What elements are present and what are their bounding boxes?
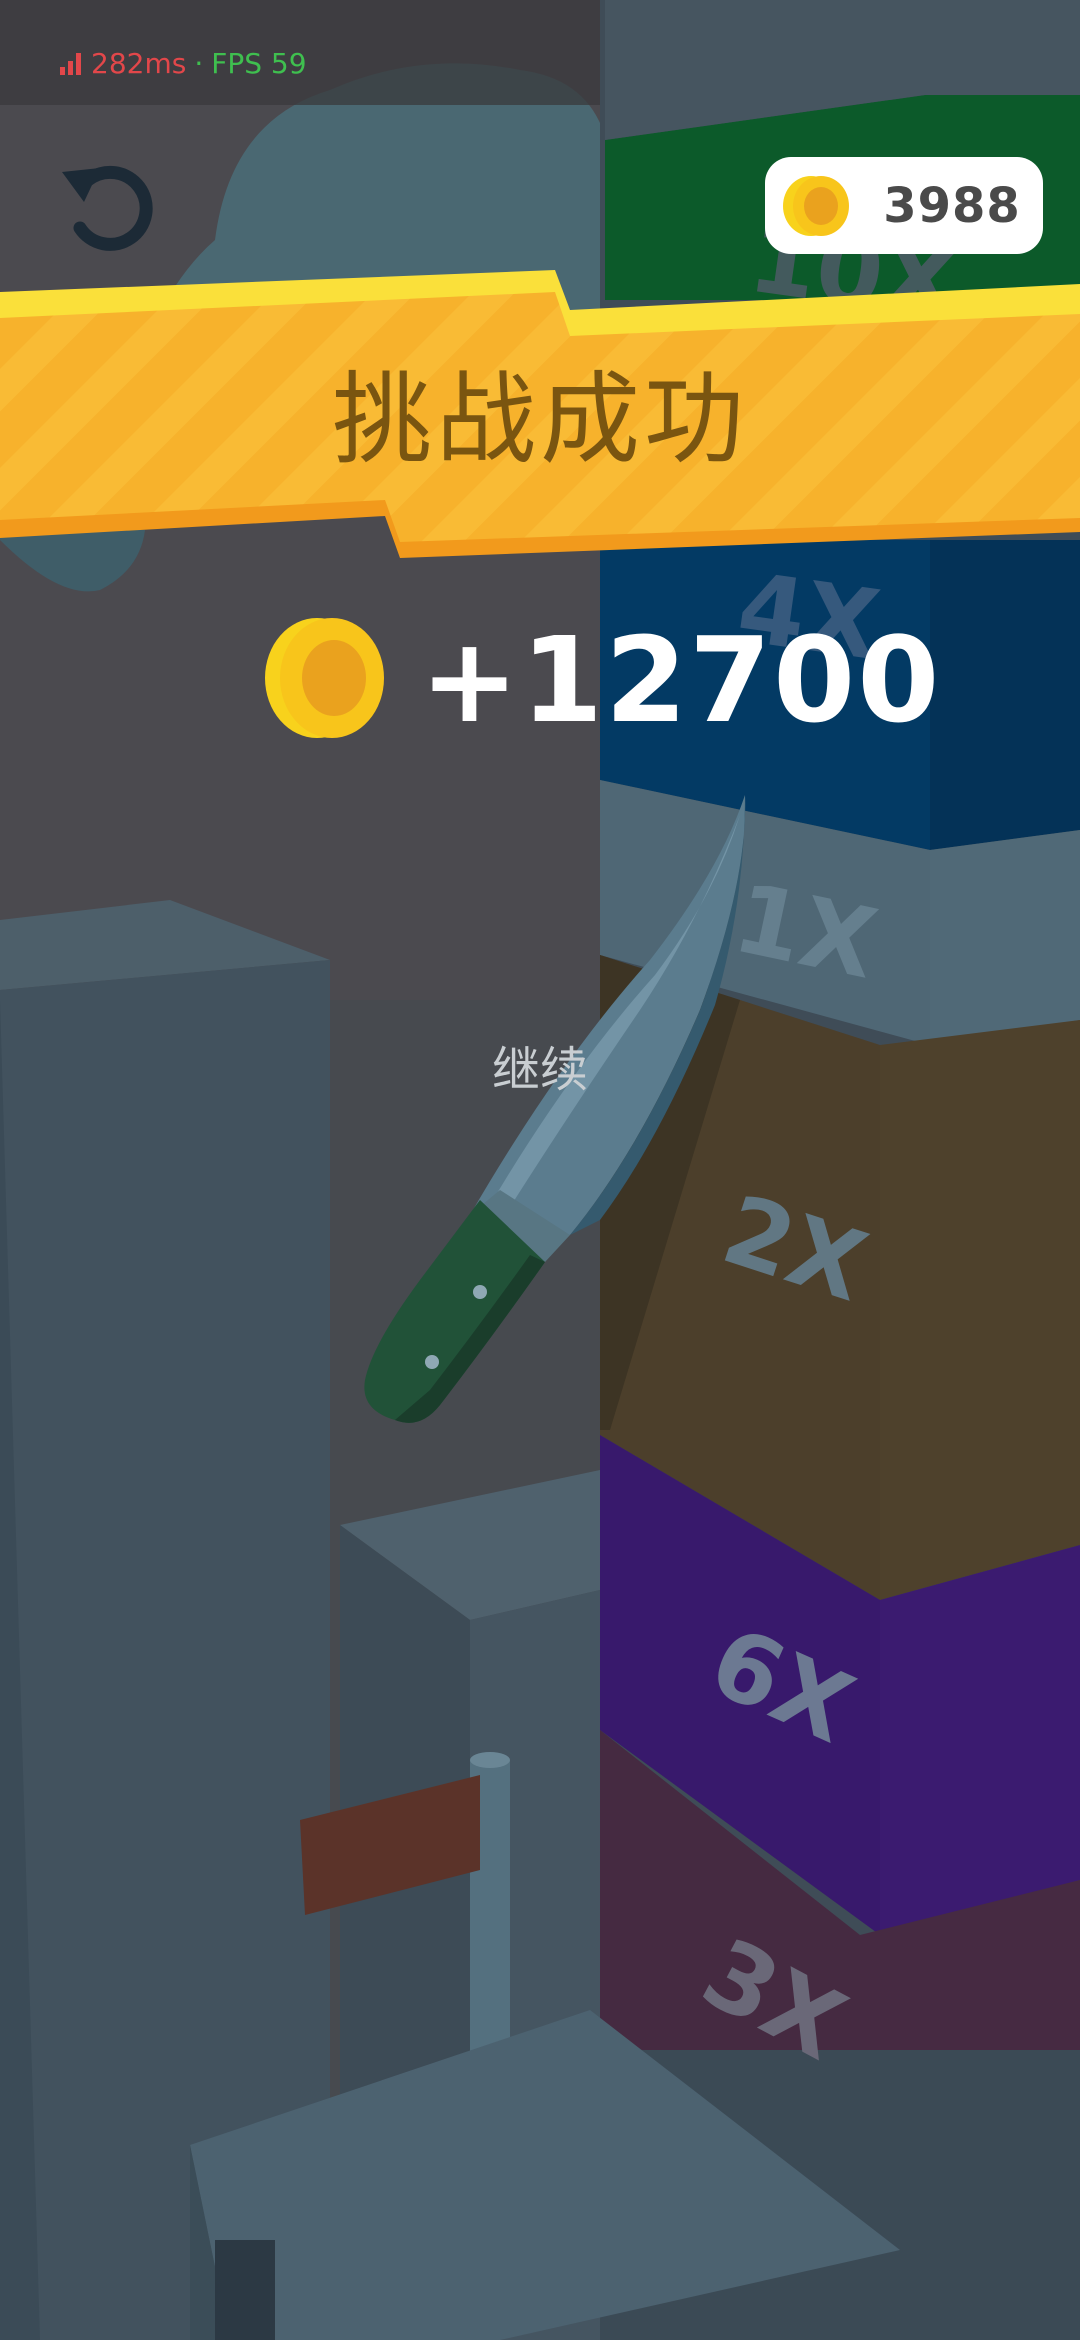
latency-readout: 282ms — [91, 46, 187, 80]
game-screen: 10X 4X 1X 2X 6X 3X 282ms · FPS 59 3988 挑… — [0, 0, 1080, 2340]
knife-rivet-2 — [425, 1355, 439, 1369]
fps-readout: FPS 59 — [211, 46, 307, 80]
signpost-cap — [470, 1752, 510, 1768]
reward-coin-icon — [262, 615, 394, 741]
tower-block-1x-side — [930, 830, 1080, 1045]
tower-block-2x-side — [880, 1020, 1080, 1600]
restart-icon — [62, 165, 153, 251]
status-separator: · — [194, 46, 204, 80]
signal-icon — [60, 51, 81, 75]
restart-button[interactable] — [52, 150, 162, 260]
coin-icon — [771, 161, 861, 251]
knife-rivet-1 — [473, 1285, 487, 1299]
bottom-platform-dark — [215, 2240, 275, 2340]
tower-block-4x-side — [930, 540, 1080, 850]
coin-counter: 3988 — [765, 157, 1043, 254]
tower-block-6x-side — [880, 1545, 1080, 1935]
coin-total: 3988 — [883, 177, 1021, 234]
status-bar: 282ms · FPS 59 — [60, 28, 620, 98]
banner-title: 挑战成功 — [332, 361, 748, 478]
continue-button[interactable]: 继续 — [440, 1030, 640, 1110]
reward-amount: +12700 — [420, 611, 942, 749]
